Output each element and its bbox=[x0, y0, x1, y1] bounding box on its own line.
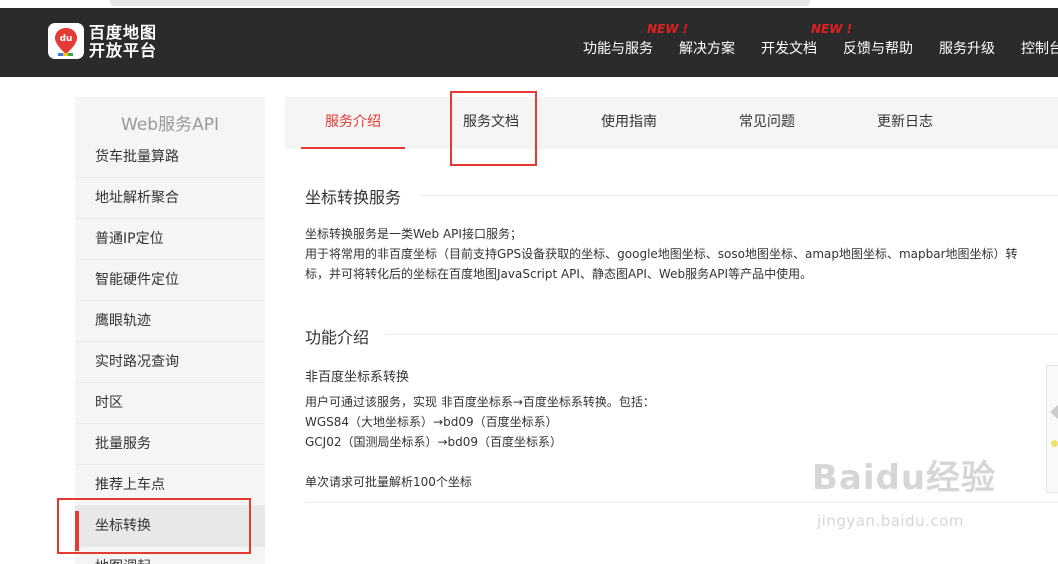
sidebar-item-truck-batch-routing[interactable]: 货车批量算路 bbox=[75, 137, 265, 178]
brand-name[interactable]: 百度地图 开放平台 bbox=[89, 24, 157, 60]
section-divider bbox=[420, 195, 1058, 196]
browser-top-strip bbox=[0, 0, 1058, 8]
nav-new-badge: NEW ! bbox=[647, 22, 689, 36]
site-header: du 百度地图 开放平台 NEW ! 功能与服务 解决方案 NEW ! 开发文档… bbox=[0, 8, 1058, 77]
feature-line: WGS84（大地坐标系）→bd09（百度坐标系） bbox=[305, 415, 558, 429]
section-title-coord-service: 坐标转换服务 bbox=[305, 188, 402, 207]
brand-name-line1: 百度地图 bbox=[89, 23, 158, 42]
sidebar-item-traffic[interactable]: 实时路况查询 bbox=[75, 342, 265, 383]
nav-item-features[interactable]: 功能与服务 bbox=[583, 38, 653, 58]
intro-line: 坐标转换服务是一类Web API接口服务； bbox=[305, 227, 522, 241]
nav-new-badge: NEW ! bbox=[811, 22, 853, 36]
nav-item-feedback-help[interactable]: 反馈与帮助 bbox=[843, 38, 913, 58]
tab-changelog[interactable]: 更新日志 bbox=[853, 97, 957, 149]
sidebar-item-ip-location[interactable]: 普通IP定位 bbox=[75, 219, 265, 260]
feature-line: 用户可通过该服务，实现 非百度坐标系→百度坐标系转换。包括： bbox=[305, 395, 655, 409]
sidebar-item-eagle-eye[interactable]: 鹰眼轨迹 bbox=[75, 301, 265, 342]
tab-faq[interactable]: 常见问题 bbox=[715, 97, 819, 149]
tab-label: 服务介绍 bbox=[325, 114, 381, 130]
nav-item-console[interactable]: 控制台 bbox=[1021, 38, 1058, 58]
feature-line: GCJ02（国测局坐标系）→bd09（百度坐标系） bbox=[305, 435, 563, 449]
feedback-side-tab[interactable] bbox=[1046, 365, 1058, 493]
feature-subtitle: 非百度坐标系转换 bbox=[305, 370, 410, 385]
sidebar-item-address-parse[interactable]: 地址解析聚合 bbox=[75, 178, 265, 219]
watermark-brand: Baidu经验 bbox=[812, 458, 997, 498]
svg-text:du: du bbox=[60, 34, 73, 44]
brand-name-line2: 开放平台 bbox=[89, 41, 158, 60]
sidebar-item-timezone[interactable]: 时区 bbox=[75, 383, 265, 424]
tab-service-intro[interactable]: 服务介绍 bbox=[301, 97, 405, 149]
collapse-arrow-icon bbox=[1050, 404, 1058, 420]
nav-item-service-upgrade[interactable]: 服务升级 bbox=[939, 38, 995, 58]
top-strip-bar bbox=[110, 0, 810, 6]
section-divider bbox=[385, 334, 1058, 335]
tab-usage-guide[interactable]: 使用指南 bbox=[577, 97, 681, 149]
nav-item-solutions[interactable]: 解决方案 bbox=[679, 38, 735, 58]
section-title-features: 功能介绍 bbox=[305, 328, 370, 347]
highlight-box-coord-convert bbox=[57, 498, 251, 554]
sidebar-item-hardware-location[interactable]: 智能硬件定位 bbox=[75, 260, 265, 301]
feature-line: 单次请求可批量解析100个坐标 bbox=[305, 475, 472, 489]
sidebar: Web服务API 货车批量算路 地址解析聚合 普通IP定位 智能硬件定位 鹰眼轨… bbox=[75, 97, 265, 564]
watermark-url: jingyan.baidu.com bbox=[817, 512, 964, 530]
tab-active-underline bbox=[301, 147, 405, 149]
intro-line: 标，并可将转化后的坐标在百度地图JavaScript API、静态图API、We… bbox=[305, 267, 813, 281]
intro-line: 用于将常用的非百度坐标（目前支持GPS设备获取的坐标、google地图坐标、so… bbox=[305, 247, 1018, 261]
content-divider bbox=[305, 502, 1058, 503]
feedback-dot-icon bbox=[1051, 440, 1058, 447]
sidebar-item-batch[interactable]: 批量服务 bbox=[75, 424, 265, 465]
highlight-box-service-docs bbox=[450, 91, 537, 166]
baidu-map-logo-icon[interactable]: du bbox=[48, 23, 84, 61]
content-tabs: 服务介绍 服务文档 使用指南 常见问题 更新日志 bbox=[285, 97, 1058, 149]
nav-item-dev-docs[interactable]: 开发文档 bbox=[761, 38, 817, 58]
